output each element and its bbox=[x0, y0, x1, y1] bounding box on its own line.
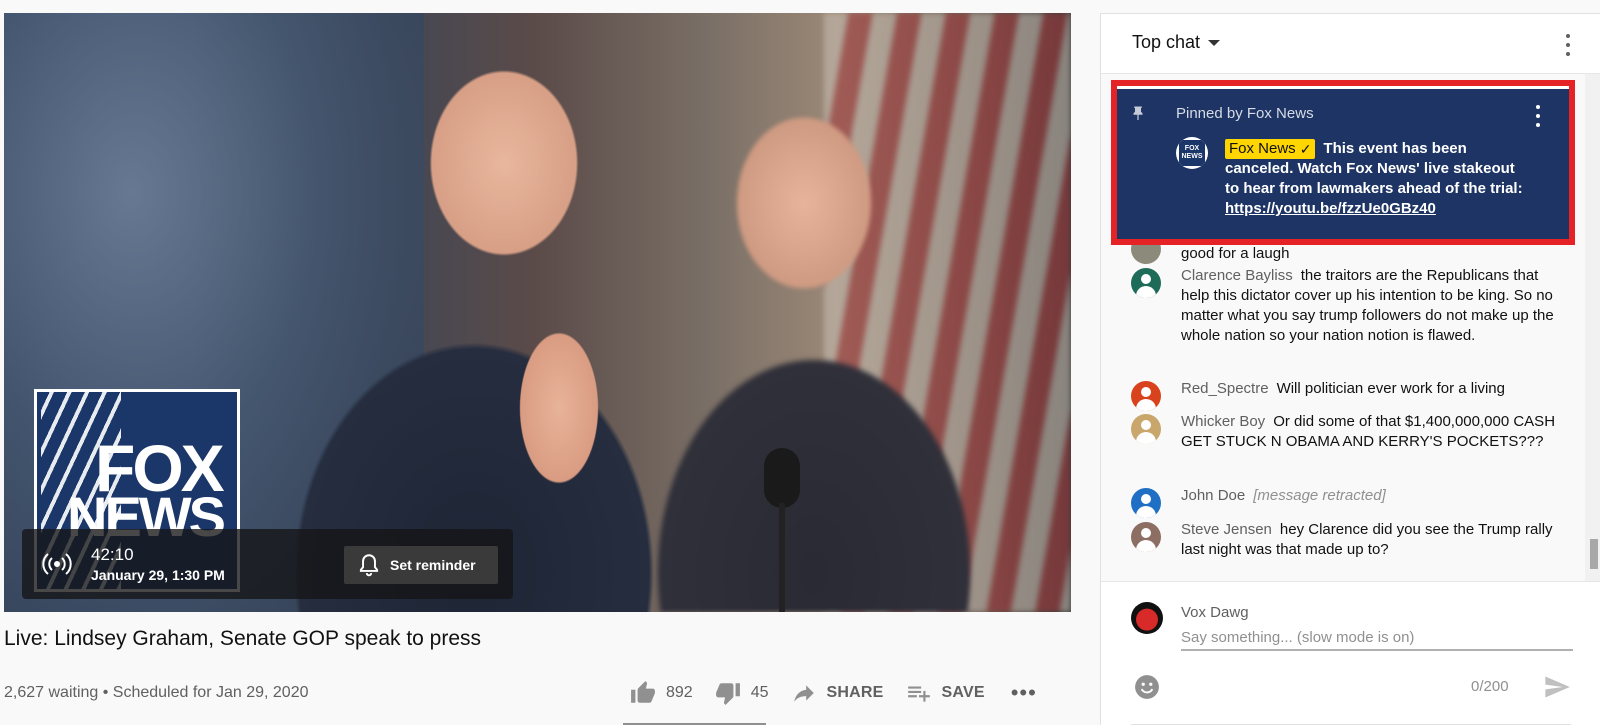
save-button[interactable]: SAVE bbox=[906, 680, 985, 706]
thumbs-down-icon bbox=[715, 683, 740, 705]
live-broadcast-icon bbox=[42, 553, 72, 575]
like-count: 892 bbox=[666, 684, 693, 701]
video-actions: 892 45 SHARE SAVE ••• bbox=[630, 680, 1037, 706]
chat-header: Top chat bbox=[1101, 14, 1600, 74]
chat-message-list: good for a laugh Clarence Bayliss the tra… bbox=[1101, 74, 1585, 581]
pinned-message-body: Fox News ✓ This event has been canceled. W… bbox=[1225, 139, 1525, 219]
emoji-icon[interactable] bbox=[1134, 674, 1160, 700]
set-reminder-button[interactable]: Set reminder bbox=[344, 546, 498, 584]
bell-icon bbox=[359, 554, 379, 577]
message-author[interactable]: John Doe bbox=[1181, 487, 1245, 504]
verified-check-icon: ✓ bbox=[1299, 141, 1312, 157]
message-author[interactable]: Steve Jensen bbox=[1181, 521, 1272, 538]
pin-icon bbox=[1133, 106, 1143, 120]
chat-message-input[interactable] bbox=[1181, 625, 1573, 651]
character-counter: 0/200 bbox=[1471, 678, 1509, 695]
avatar[interactable] bbox=[1131, 488, 1161, 518]
avatar[interactable] bbox=[1131, 522, 1161, 552]
pinned-by-label: Pinned by Fox News bbox=[1176, 105, 1314, 122]
pinned-menu-icon[interactable] bbox=[1535, 105, 1541, 127]
chat-menu-icon[interactable] bbox=[1565, 34, 1571, 56]
share-label: SHARE bbox=[826, 684, 884, 701]
premiere-overlay: 42:10 January 29, 1:30 PM Set reminder bbox=[22, 529, 513, 599]
message-body: [message retracted] bbox=[1253, 487, 1386, 504]
more-actions-icon[interactable]: ••• bbox=[1011, 680, 1037, 706]
video-title: Live: Lindsey Graham, Senate GOP speak t… bbox=[4, 627, 482, 650]
set-reminder-label: Set reminder bbox=[390, 557, 476, 573]
message-text: Red_Spectre Will politician ever work for… bbox=[1181, 379, 1556, 399]
pinned-message: Pinned by Fox News FOX NEWS Fox News ✓ Thi… bbox=[1117, 86, 1569, 239]
message-text: Whicker Boy Or did some of that $1,400,00… bbox=[1181, 412, 1556, 452]
owner-badge[interactable]: Fox News ✓ bbox=[1225, 139, 1316, 159]
chat-scrollbar[interactable] bbox=[1585, 74, 1600, 581]
share-button[interactable]: SHARE bbox=[791, 680, 884, 706]
scheduled-date: January 29, 1:30 PM bbox=[91, 567, 225, 583]
user-name: Vox Dawg bbox=[1181, 604, 1249, 621]
message-text: Steve Jensen hey Clarence did you see the… bbox=[1181, 520, 1556, 560]
microphone bbox=[764, 448, 800, 508]
video-subject-background-person bbox=[644, 33, 1044, 612]
share-icon bbox=[793, 685, 814, 702]
avatar[interactable] bbox=[1131, 268, 1161, 298]
chat-mode-dropdown[interactable]: Top chat bbox=[1132, 32, 1221, 53]
save-label: SAVE bbox=[941, 684, 985, 701]
like-button[interactable]: 892 bbox=[630, 680, 693, 706]
message-author[interactable]: Red_Spectre bbox=[1181, 380, 1269, 397]
video-meta: 2,627 waiting • Scheduled for Jan 29, 20… bbox=[4, 684, 309, 701]
caret-down-icon bbox=[1208, 39, 1221, 46]
dislike-button[interactable]: 45 bbox=[715, 680, 769, 706]
message-text: good for a laugh bbox=[1181, 245, 1290, 262]
pinned-author: Fox News bbox=[1229, 140, 1296, 157]
message-text: John Doe [message retracted] bbox=[1181, 486, 1556, 506]
microphone-stand bbox=[779, 503, 785, 612]
avatar-logo-text: FOX NEWS bbox=[1179, 140, 1205, 166]
avatar[interactable] bbox=[1131, 414, 1161, 444]
thumbs-up-icon bbox=[631, 681, 655, 703]
countdown-timer: 42:10 bbox=[91, 545, 134, 564]
message-author[interactable]: Whicker Boy bbox=[1181, 413, 1265, 430]
chat-input-area: Vox Dawg 0/200 bbox=[1101, 581, 1600, 725]
avatar[interactable] bbox=[1131, 381, 1161, 411]
user-avatar bbox=[1131, 602, 1163, 634]
chat-mode-label: Top chat bbox=[1132, 32, 1201, 52]
live-chat-panel: Top chat good for a laugh Clarence Bayli… bbox=[1100, 13, 1600, 725]
youtube-watch-page: FOX NEWS 42:10 January 29, 1:30 PM Set r… bbox=[0, 0, 1600, 725]
video-player[interactable]: FOX NEWS 42:10 January 29, 1:30 PM Set r… bbox=[4, 13, 1071, 612]
pinned-message-link[interactable]: https://youtu.be/fzzUe0GBz40 bbox=[1225, 200, 1436, 217]
playlist-add-icon bbox=[907, 686, 930, 702]
fox-news-avatar: FOX NEWS bbox=[1176, 137, 1208, 169]
send-icon[interactable] bbox=[1543, 673, 1571, 701]
message-text: Clarence Bayliss the traitors are the Rep… bbox=[1181, 266, 1556, 346]
dislike-count: 45 bbox=[750, 684, 769, 701]
message-author[interactable]: Clarence Bayliss bbox=[1181, 267, 1293, 284]
message-body: Will politician ever work for a living bbox=[1276, 380, 1505, 397]
video-subject-hand bbox=[499, 293, 619, 523]
scrollbar-thumb[interactable] bbox=[1590, 539, 1598, 569]
